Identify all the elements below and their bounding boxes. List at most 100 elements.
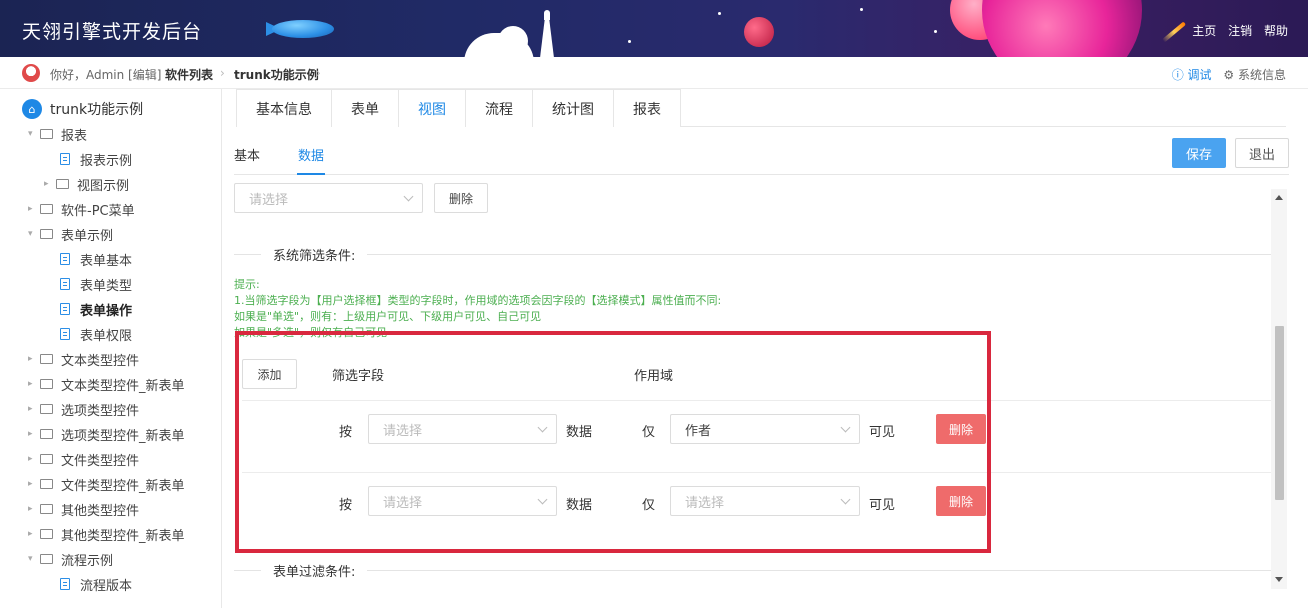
caret-right-icon[interactable]: ▸: [28, 429, 40, 439]
sidebar-item[interactable]: 表单操作: [60, 298, 132, 320]
sidebar-item[interactable]: ▸ 选项类型控件: [28, 398, 139, 420]
caret-right-icon[interactable]: ▸: [28, 404, 40, 414]
caret-right-icon[interactable]: ▸: [44, 179, 56, 189]
planet-decoration: [982, 0, 1142, 57]
folder-icon: [40, 204, 53, 214]
info-icon: ⓘ: [1171, 68, 1184, 82]
comet-decoration: [1161, 21, 1187, 43]
sidebar-item[interactable]: ▸ 文本类型控件_新表单: [28, 373, 185, 395]
sidebar-item-label: 表单基本: [80, 253, 133, 269]
sidebar-item[interactable]: 流程版本: [60, 573, 132, 595]
tab-bar: 基本信息 表单 视图 流程 统计图 报表: [236, 89, 1286, 127]
sidebar-item[interactable]: ▸ 其他类型控件_新表单: [28, 523, 185, 545]
sidebar-item[interactable]: 表单权限: [60, 323, 132, 345]
caret-down-icon[interactable]: ▾: [28, 554, 40, 564]
sidebar-item[interactable]: 报表示例: [60, 148, 132, 170]
tip-line: 1.当筛选字段为【用户选择框】类型的字段时，作用域的选项会因字段的【选择模式】属…: [234, 294, 722, 307]
folder-icon: [40, 429, 53, 439]
sidebar-item-label: 表单操作: [80, 303, 133, 319]
scrollbar-thumb[interactable]: [1275, 326, 1284, 500]
folder-icon: [40, 379, 53, 389]
folder-open-icon: [40, 554, 53, 564]
sidebar-item[interactable]: ▸ 选项类型控件_新表单: [28, 423, 185, 445]
folder-icon: [40, 454, 53, 464]
user-greeting[interactable]: 你好，Admin [编辑]: [50, 66, 161, 83]
caret-right-icon[interactable]: ▸: [28, 454, 40, 464]
breadcrumb-actions: ⓘ 调试 ⚙ 系统信息: [1172, 66, 1286, 83]
sidebar-item[interactable]: ▸ 其他类型控件: [28, 498, 139, 520]
tab-0[interactable]: 基本信息: [236, 89, 332, 127]
sidebar-item-label: 其他类型控件_新表单: [61, 528, 185, 544]
home-icon: ⌂: [22, 99, 42, 119]
sidebar-item-label: 表单权限: [80, 328, 133, 344]
tab-1[interactable]: 表单: [331, 89, 399, 127]
sidebar-item-label: 文本类型控件: [61, 353, 140, 369]
planet-decoration: [744, 17, 774, 47]
caret-right-icon[interactable]: ▸: [28, 529, 40, 539]
caret-down-icon[interactable]: ▾: [28, 229, 40, 239]
document-icon: [60, 328, 70, 340]
sidebar-item[interactable]: 表单类型: [60, 273, 132, 295]
avatar: [22, 64, 40, 82]
help-link[interactable]: 帮助: [1264, 24, 1288, 38]
caret-down-icon[interactable]: ▾: [28, 129, 40, 139]
sidebar-root[interactable]: ⌂ trunk功能示例: [22, 98, 143, 120]
debug-link[interactable]: ⓘ 调试: [1172, 68, 1212, 82]
fieldset-border: [234, 570, 1271, 571]
subtab-data[interactable]: 数据: [296, 145, 326, 175]
folder-icon: [56, 179, 69, 189]
save-button[interactable]: 保存: [1172, 138, 1226, 168]
sidebar-item-label: 视图示例: [77, 178, 130, 194]
main-panel: 基本信息 表单 视图 流程 统计图 报表 基本 数据 保存 退出 请选择 删除 系统筛选条…: [223, 89, 1308, 608]
highlight-box: [235, 331, 991, 553]
caret-right-icon[interactable]: ▸: [28, 479, 40, 489]
sidebar-item-label: 表单示例: [61, 228, 114, 244]
tab-3[interactable]: 流程: [465, 89, 533, 127]
sidebar-item-label: 表单类型: [80, 278, 133, 294]
sidebar-item-label: 报表: [61, 128, 88, 144]
folder-open-icon: [40, 129, 53, 139]
sidebar-item-label: 选项类型控件_新表单: [61, 428, 185, 444]
sidebar-item-label: 选项类型控件: [61, 403, 140, 419]
sidebar-item-label: 文本类型控件_新表单: [61, 378, 185, 394]
sidebar-item[interactable]: 表单基本: [60, 248, 132, 270]
sidebar-item[interactable]: ▸ 软件-PC菜单: [28, 198, 135, 220]
system-info-label: 系统信息: [1237, 68, 1286, 82]
caret-right-icon[interactable]: ▸: [28, 354, 40, 364]
home-link[interactable]: 主页: [1192, 24, 1216, 38]
system-info-link[interactable]: ⚙ 系统信息: [1223, 68, 1286, 82]
breadcrumb-software-list[interactable]: 软件列表: [165, 66, 213, 83]
tab-5[interactable]: 报表: [613, 89, 681, 127]
tab-2[interactable]: 视图: [398, 89, 466, 127]
fieldset-border: [234, 254, 1271, 255]
sidebar-item[interactable]: ▾ 流程示例: [28, 548, 113, 570]
sidebar-item[interactable]: ▸ 文件类型控件: [28, 448, 139, 470]
logout-link[interactable]: 注销: [1228, 24, 1252, 38]
caret-right-icon[interactable]: ▸: [28, 204, 40, 214]
subtab-basic[interactable]: 基本: [234, 145, 260, 164]
scroll-up-icon[interactable]: [1275, 195, 1283, 200]
caret-right-icon[interactable]: ▸: [28, 379, 40, 389]
sidebar-item[interactable]: ▸ 文本类型控件: [28, 348, 139, 370]
document-icon: [60, 303, 70, 315]
exit-button[interactable]: 退出: [1235, 138, 1289, 168]
sidebar-item[interactable]: ▾ 报表: [28, 123, 87, 145]
document-icon: [60, 578, 70, 590]
sidebar-item-label: 流程示例: [61, 553, 114, 569]
top-delete-button[interactable]: 删除: [434, 183, 488, 213]
sidebar-item[interactable]: ▸ 文件类型控件_新表单: [28, 473, 185, 495]
app-title: 天翎引擎式开发后台: [22, 21, 203, 43]
sidebar-item-label: 流程版本: [80, 578, 133, 594]
scroll-down-icon[interactable]: [1275, 577, 1283, 582]
top-select[interactable]: 请选择: [234, 183, 423, 213]
sidebar-item[interactable]: ▸ 视图示例: [44, 173, 129, 195]
folder-icon: [40, 404, 53, 414]
folder-open-icon: [40, 229, 53, 239]
debug-label: 调试: [1187, 68, 1212, 82]
folder-icon: [40, 354, 53, 364]
tab-4[interactable]: 统计图: [532, 89, 614, 127]
sidebar-item[interactable]: ▾ 表单示例: [28, 223, 113, 245]
caret-right-icon[interactable]: ▸: [28, 504, 40, 514]
breadcrumb-current[interactable]: trunk功能示例: [234, 66, 319, 83]
select-placeholder: 请选择: [249, 192, 289, 208]
